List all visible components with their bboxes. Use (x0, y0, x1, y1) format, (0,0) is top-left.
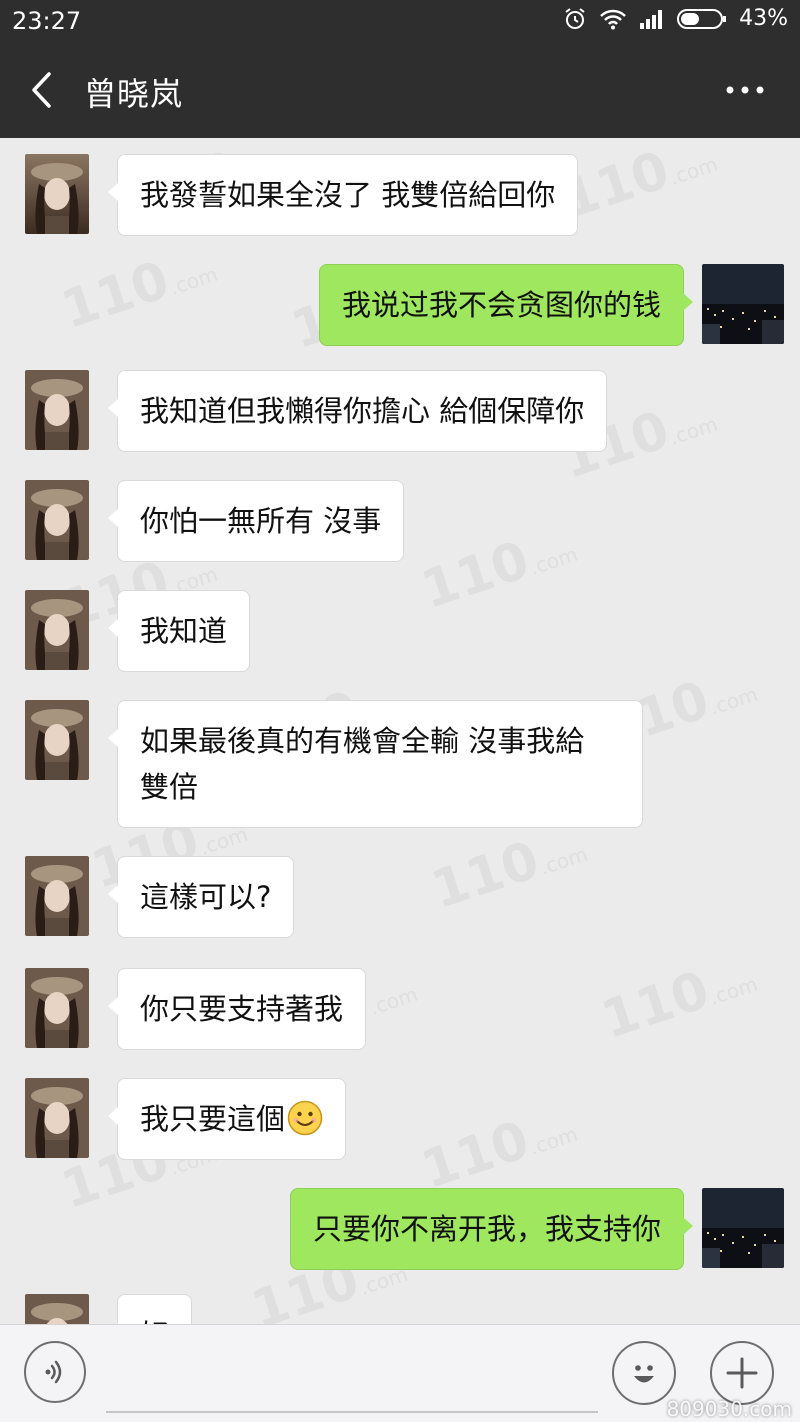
signal-icon (639, 9, 665, 29)
message-input[interactable] (106, 1341, 598, 1413)
voice-button[interactable] (24, 1341, 86, 1403)
plus-button[interactable] (710, 1341, 774, 1405)
contact-avatar[interactable] (25, 1078, 89, 1158)
message-bubble[interactable]: 你只要支持著我 (107, 968, 367, 1050)
watermark: 110.com (414, 1110, 581, 1201)
status-bar: 23:27 43% (0, 0, 800, 42)
more-button[interactable] (720, 72, 770, 108)
contact-avatar[interactable] (25, 590, 89, 670)
status-icons: 43% (563, 6, 788, 31)
contact-avatar[interactable] (25, 154, 89, 234)
contact-avatar[interactable] (25, 856, 89, 936)
message-bubble[interactable]: 我只要這個 (107, 1078, 347, 1160)
watermark: 110.com (554, 140, 721, 231)
message-list[interactable]: 110.com 110.com 110.com 110.com 110.com … (0, 138, 800, 1324)
message-bubble[interactable]: 只要你不离开我，我支持你 (289, 1188, 694, 1270)
chevron-left-icon (32, 72, 51, 108)
more-horizontal-icon (726, 86, 764, 94)
contact-avatar[interactable] (25, 370, 89, 450)
smiley-icon (634, 1365, 654, 1383)
contact-avatar[interactable] (25, 480, 89, 560)
battery-percent: 43% (739, 6, 788, 31)
battery-icon (677, 8, 727, 30)
corner-watermark: 809030.com (666, 1397, 792, 1421)
contact-avatar[interactable] (25, 700, 89, 780)
plus-icon (726, 1357, 758, 1389)
back-button[interactable] (18, 64, 64, 116)
message-line: 雙倍 (140, 770, 199, 804)
message-line: 如果最後真的有機會全輸 沒事我給 (140, 724, 585, 758)
chat-header: 曾晓岚 (0, 42, 800, 138)
watermark: 110.com (414, 530, 581, 621)
watermark: 110.com (424, 830, 591, 921)
contact-avatar[interactable] (25, 968, 89, 1048)
message-bubble[interactable]: 這樣可以? (107, 856, 295, 938)
watermark: 110.com (54, 250, 221, 341)
contact-avatar[interactable] (25, 1294, 89, 1324)
input-bar: 809030.com (0, 1324, 800, 1422)
my-avatar[interactable] (702, 1188, 784, 1268)
smiley-emoji-icon (287, 1100, 323, 1136)
message-text: 我只要這個 (140, 1102, 286, 1136)
status-time: 23:27 (12, 7, 82, 35)
message-bubble[interactable]: 我知道但我懶得你擔心 給個保障你 (107, 370, 608, 452)
message-bubble[interactable]: 好 (107, 1294, 193, 1324)
watermark: 110.com (594, 960, 761, 1051)
message-bubble[interactable]: 你怕一無所有 沒事 (107, 480, 405, 562)
alarm-icon (563, 7, 587, 31)
message-bubble[interactable]: 我知道 (107, 590, 251, 672)
chat-title: 曾晓岚 (84, 75, 184, 113)
my-avatar[interactable] (702, 264, 784, 344)
message-bubble[interactable]: 我發誓如果全沒了 我雙倍給回你 (107, 154, 579, 236)
wifi-icon (599, 8, 627, 30)
message-bubble[interactable]: 如果最後真的有機會全輸 沒事我給 雙倍 (108, 700, 643, 828)
chat-screen: 23:27 43% 曾晓岚 110.com 110.com 110.com 11… (0, 0, 800, 1422)
emoji-button[interactable] (612, 1341, 676, 1405)
message-bubble[interactable]: 我说过我不会贪图你的钱 (318, 264, 694, 346)
voice-icon (45, 1360, 62, 1384)
